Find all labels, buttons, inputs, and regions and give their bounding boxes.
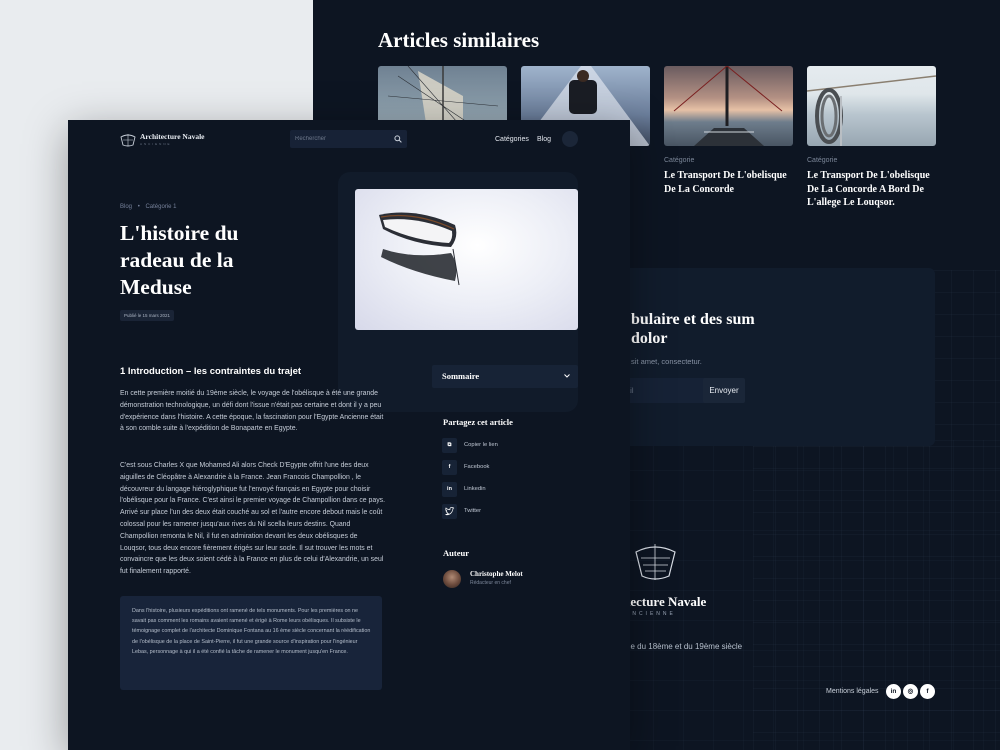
boat-logo-icon (635, 544, 676, 580)
quote-block: Dans l'histoire, plusieurs expéditions o… (120, 596, 382, 690)
card-category: Catégorie (807, 157, 838, 164)
avatar[interactable] (562, 131, 578, 147)
sunset-sailboat-photo (664, 66, 793, 146)
article-page: Architecture Navale ANCIENNE Catégories … (68, 120, 630, 750)
search-input[interactable] (295, 133, 390, 145)
similar-article-card[interactable]: Catégorie Le Transport De L'obelisque De… (807, 66, 936, 210)
linkedin-icon: in (442, 482, 457, 497)
search-icon[interactable] (394, 135, 402, 143)
similar-articles-title: Articles similaires (378, 28, 540, 52)
link-icon: ⧉ (442, 438, 457, 453)
share-twitter[interactable]: Twitter (442, 504, 572, 519)
share-title: Partagez cet article (443, 417, 513, 427)
summary-label: Sommaire (442, 371, 480, 381)
section-heading: 1 Introduction – les contraintes du traj… (120, 366, 302, 377)
author-role: Rédacteur en chef (470, 580, 511, 586)
publish-date-badge: Publié le 15 mars 2021 (120, 310, 175, 321)
footer-brand-sub: ANCIENNE (626, 611, 676, 617)
page-title: L'histoire du radeau de la Meduse (120, 221, 239, 299)
newsletter-submit-button[interactable]: Envoyer (703, 378, 745, 403)
header-brand-sub: ANCIENNE (140, 142, 172, 146)
author-title: Auteur (443, 548, 469, 558)
summary-dropdown[interactable]: Sommaire (432, 365, 578, 388)
share-linkedin[interactable]: in Linkedin (442, 482, 572, 497)
breadcrumb-blog[interactable]: Blog (120, 204, 132, 210)
newsletter-subtitle: sit amet, consectetur. (631, 357, 702, 366)
breadcrumb-category[interactable]: Catégorie 1 (145, 204, 176, 210)
author-name[interactable]: Christophe Melot (470, 570, 523, 578)
twitter-icon (442, 504, 457, 519)
newsletter-title: bulaire et des sum dolor (631, 311, 755, 347)
facebook-icon[interactable]: f (920, 684, 935, 699)
footer-brand: tecture Navale (626, 594, 707, 609)
share-label: Linkedin (464, 486, 486, 492)
header-brand[interactable]: Architecture Navale (140, 132, 205, 141)
search-box (290, 130, 407, 148)
article-paragraph: En cette première moitié du 19ème siècle… (120, 390, 384, 433)
card-category: Catégorie (664, 157, 695, 164)
linkedin-icon[interactable]: in (886, 684, 901, 699)
breadcrumb: Blog • Catégorie 1 (120, 204, 181, 210)
boat-logo-icon (120, 134, 136, 147)
share-label: Copier le lien (464, 442, 498, 448)
breadcrumb-separator: • (137, 204, 140, 210)
article-paragraph: C'est sous Charles X que Mohamed Ali alo… (120, 462, 386, 576)
instagram-icon[interactable]: ◎ (903, 684, 918, 699)
nav-categories[interactable]: Catégories (495, 136, 529, 143)
nav-blog[interactable]: Blog (537, 136, 551, 143)
rope-on-railing-photo (807, 66, 936, 146)
share-label: Facebook (464, 464, 490, 470)
share-facebook[interactable]: f Facebook (442, 460, 572, 475)
similar-article-card[interactable]: Catégorie Le Transport De L'obelisque De… (664, 66, 793, 196)
author-avatar[interactable] (443, 570, 461, 588)
chevron-down-icon (564, 374, 570, 378)
facebook-icon: f (442, 460, 457, 475)
legal-link[interactable]: Mentions légales (826, 688, 879, 695)
card-title: Le Transport De L'obelisque De La Concor… (807, 170, 930, 208)
share-label: Twitter (464, 508, 482, 514)
card-title: Le Transport De L'obelisque De La Concor… (664, 170, 787, 195)
rowboat-hero-image (355, 189, 578, 330)
share-copy-link[interactable]: ⧉ Copier le lien (442, 438, 572, 453)
footer-description: ne du 18ème et du 19ème siècle (626, 642, 743, 651)
